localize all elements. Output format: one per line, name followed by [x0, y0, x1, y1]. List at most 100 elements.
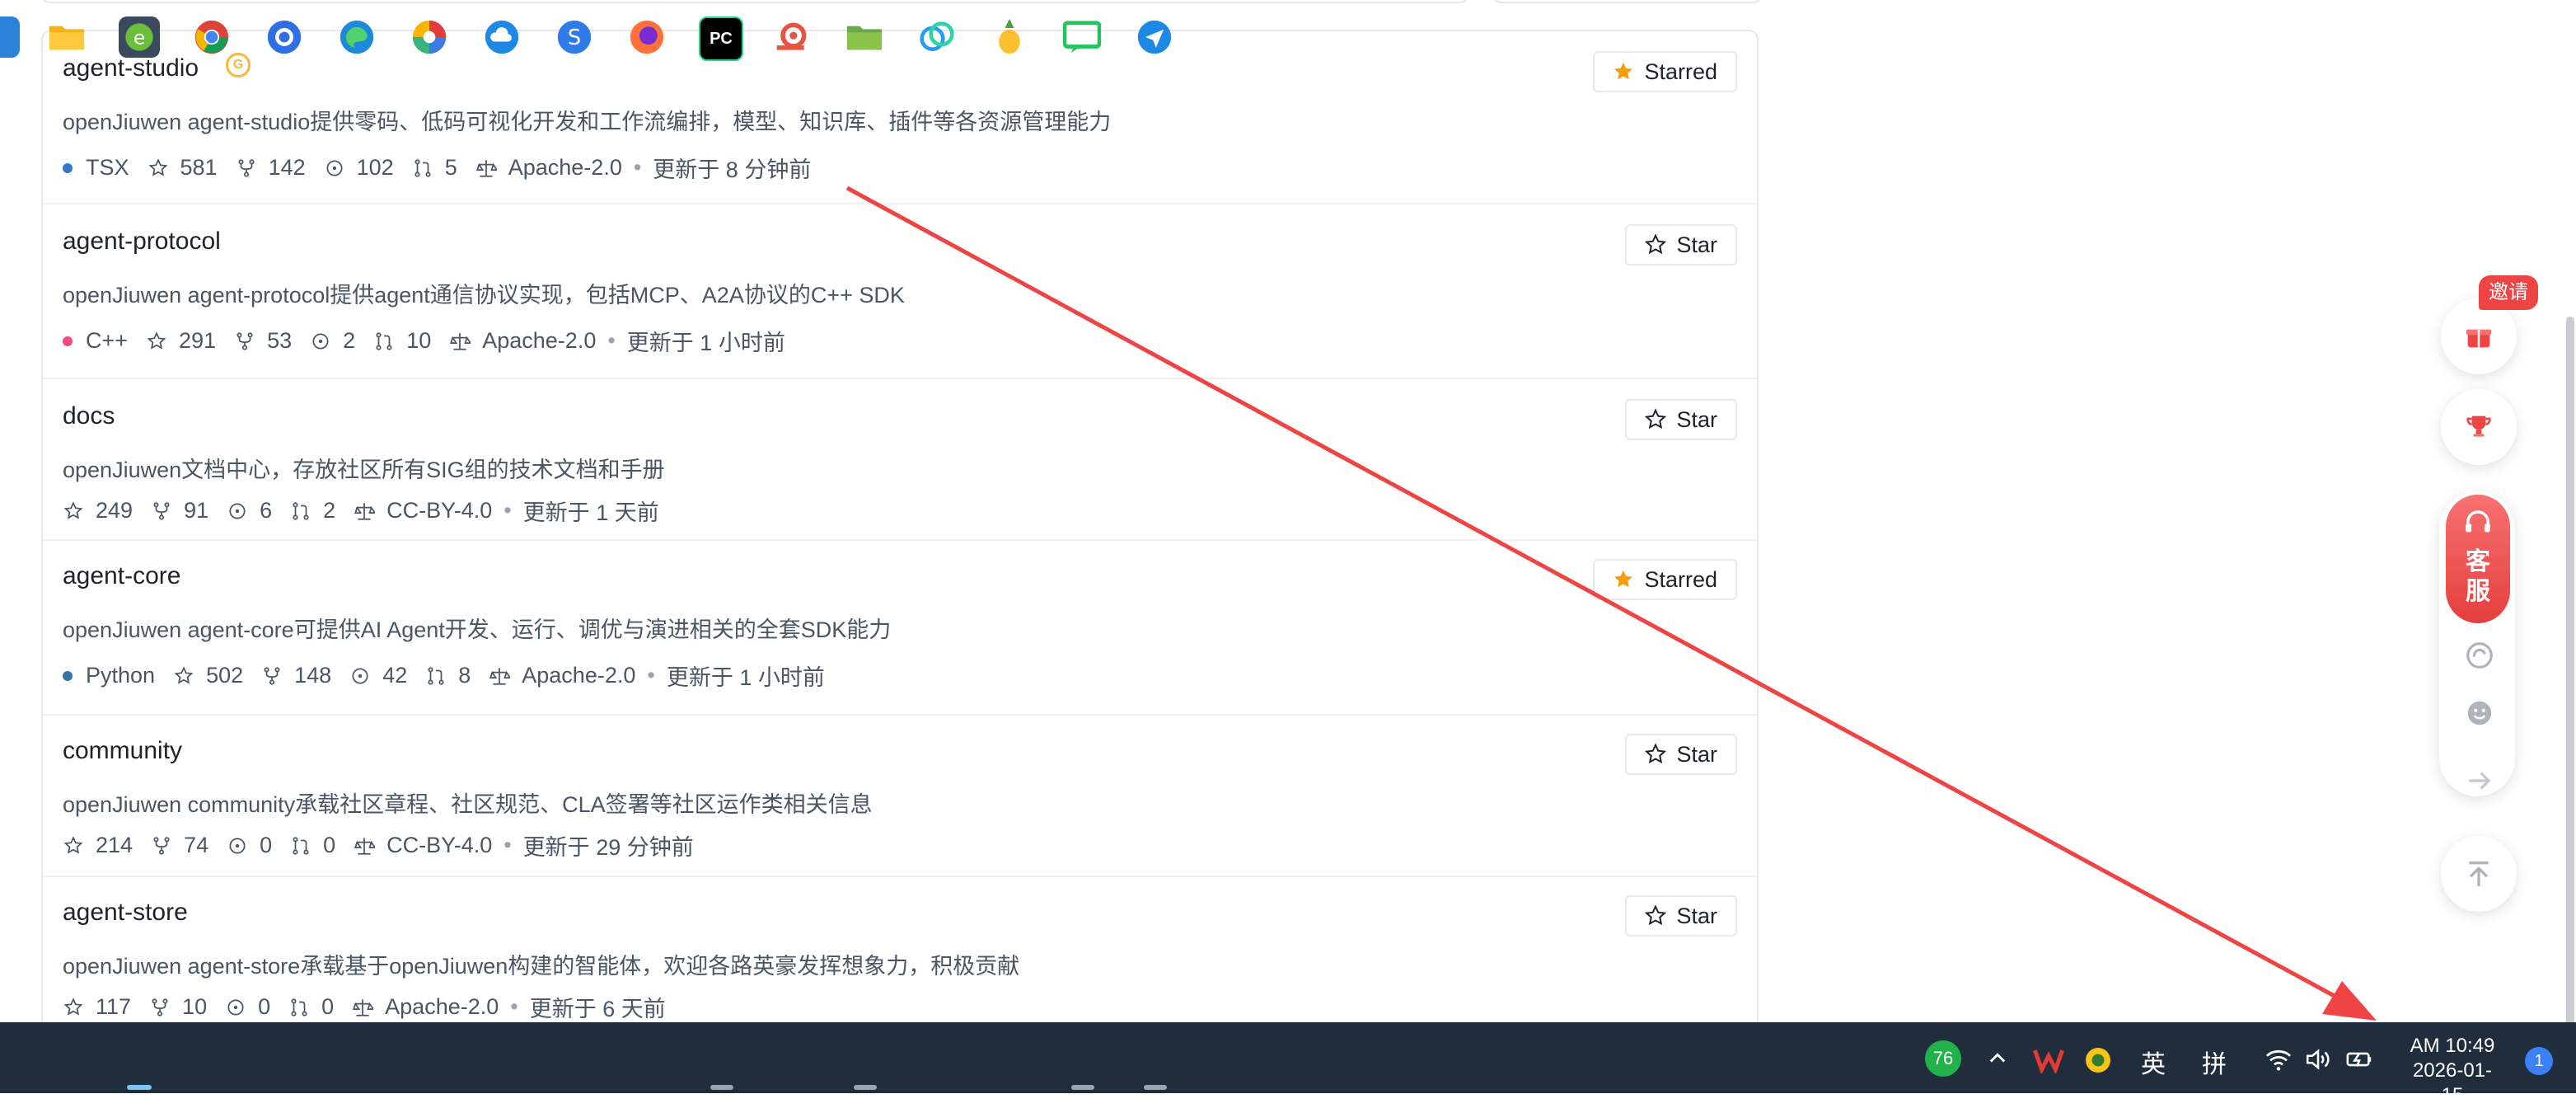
feishu-plane-icon[interactable] [1134, 16, 1175, 58]
customer-service-button[interactable]: 客 服 [2446, 495, 2510, 623]
pull-request-icon [376, 331, 392, 350]
star-button[interactable]: Star [1625, 399, 1737, 440]
repo-updated: 更新于 8 分钟前 [653, 157, 812, 182]
repo-name[interactable]: agent-protocol [63, 228, 221, 256]
battery-charging-icon[interactable] [2345, 1047, 2373, 1072]
starred-button[interactable]: Starred [1593, 51, 1737, 92]
repo-name[interactable]: agent-studio [63, 54, 199, 82]
fork-count[interactable]: 74 [184, 833, 208, 858]
issue-count[interactable]: 2 [343, 328, 355, 354]
pineapple-app-icon[interactable] [989, 16, 1030, 58]
pr-count[interactable]: 0 [323, 833, 335, 858]
search-box-bottom-edge [41, 0, 1468, 3]
color-wheel-app-icon[interactable] [409, 16, 450, 58]
pr-count[interactable]: 10 [406, 328, 431, 354]
snail-app-icon[interactable] [771, 16, 813, 58]
fork-count[interactable]: 10 [182, 994, 207, 1020]
folder-app-icon[interactable] [844, 16, 885, 58]
clock-time: AM 10:49 [2410, 1035, 2495, 1057]
repo-name[interactable]: docs [63, 402, 115, 430]
issue-icon [229, 502, 246, 519]
app-open-indicator [854, 1085, 877, 1090]
repo-language: C++ [86, 328, 129, 353]
issue-count[interactable]: 102 [357, 155, 394, 181]
fork-icon [153, 836, 170, 855]
issue-count[interactable]: 6 [260, 498, 272, 523]
repo-meta: TSX 581 142 102 5 Apache-2.0 • 更新于 8 分钟前 [63, 152, 811, 184]
issue-count[interactable]: 42 [382, 663, 407, 688]
360-browser-icon[interactable]: e [119, 16, 160, 58]
repo-updated: 更新于 29 分钟前 [522, 835, 694, 860]
start-menu-icon[interactable] [0, 16, 20, 58]
browser-blue-ring-icon[interactable] [264, 16, 305, 58]
arrow-right-icon[interactable] [2464, 765, 2495, 796]
volume-icon[interactable] [2304, 1047, 2332, 1072]
star-count[interactable]: 502 [206, 663, 243, 688]
repo-name[interactable]: agent-store [63, 899, 188, 927]
star-count[interactable]: 581 [180, 155, 218, 181]
repo-name[interactable]: community [63, 737, 182, 765]
issue-icon [227, 998, 244, 1016]
star-button[interactable]: Star [1625, 734, 1737, 775]
pycharm-icon[interactable]: PC [699, 16, 743, 61]
repo-meta: Python 502 148 42 8 Apache-2.0 • 更新于 1 小… [63, 660, 825, 692]
sogou-icon[interactable]: S [554, 16, 595, 58]
star-count[interactable]: 249 [96, 498, 133, 523]
fork-icon [153, 501, 170, 520]
pr-count[interactable]: 5 [445, 155, 457, 181]
star-count[interactable]: 291 [179, 328, 216, 354]
notification-count-badge[interactable]: 1 [2525, 1047, 2553, 1075]
starred-button[interactable]: Starred [1593, 559, 1737, 600]
wps-tray-icon[interactable] [2032, 1044, 2065, 1073]
blue-leaf-app-icon[interactable] [916, 16, 958, 58]
system-clock[interactable]: AM 10:49 2026-01-15 [2403, 1034, 2502, 1108]
issue-count[interactable]: 0 [260, 833, 272, 858]
fork-count[interactable]: 142 [269, 155, 306, 181]
file-explorer-icon[interactable] [46, 16, 87, 58]
cloud-app-icon[interactable] [481, 16, 522, 58]
recorder-tray-icon[interactable] [2083, 1045, 2113, 1075]
star-count-icon [63, 500, 83, 519]
repo-meta: C++ 291 53 2 10 Apache-2.0 • 更新于 1 小时前 [63, 325, 785, 357]
pr-count[interactable]: 2 [323, 498, 335, 523]
refresh-swirl-icon[interactable] [2464, 640, 2495, 671]
language-dot-icon [63, 670, 73, 681]
repo-license: CC-BY-4.0 [386, 833, 493, 857]
chevron-up-icon[interactable] [1986, 1047, 2009, 1070]
page-scrollbar[interactable] [2566, 317, 2574, 1034]
invite-badge[interactable]: 邀请 [2479, 275, 2538, 310]
security-score-badge[interactable]: 76 [1925, 1040, 1961, 1077]
service-label-1: 客 [2466, 548, 2490, 575]
smiley-icon[interactable] [2464, 697, 2495, 729]
green-chat-app-icon[interactable] [1061, 16, 1103, 58]
fork-count[interactable]: 148 [294, 663, 331, 688]
back-to-top-icon [2469, 862, 2489, 886]
repo-name[interactable]: agent-core [63, 562, 180, 590]
star-button[interactable]: Star [1625, 224, 1737, 265]
fork-count[interactable]: 53 [267, 328, 292, 354]
firefox-icon[interactable] [626, 16, 667, 58]
ime-english-toggle[interactable]: 英 [2141, 1044, 2166, 1080]
star-count[interactable]: 117 [96, 994, 131, 1020]
fork-count[interactable]: 91 [184, 498, 208, 523]
chrome-icon[interactable] [191, 16, 232, 58]
star-filled-icon [1614, 62, 1633, 80]
svg-text:e: e [133, 26, 145, 49]
repo-license: Apache-2.0 [385, 994, 499, 1019]
pr-count[interactable]: 8 [458, 663, 471, 688]
trophy-button[interactable] [2441, 389, 2517, 465]
back-to-top-button[interactable] [2441, 836, 2517, 912]
repo-updated: 更新于 1 小时前 [626, 331, 785, 355]
gvp-badge-icon: G [226, 53, 251, 77]
pr-count[interactable]: 0 [321, 994, 334, 1020]
edge-icon[interactable] [336, 16, 377, 58]
repo-updated: 更新于 1 天前 [522, 500, 659, 525]
ime-pinyin-toggle[interactable]: 拼 [2202, 1044, 2227, 1080]
repo-updated: 更新于 6 天前 [529, 997, 666, 1021]
repo-item-agent-protocol: agent-protocol openJiuwen agent-protocol… [43, 204, 1757, 379]
star-button[interactable]: Star [1625, 895, 1737, 937]
clock-date: 2026-01-15 [2412, 1059, 2493, 1106]
issue-count[interactable]: 0 [258, 994, 270, 1020]
wifi-icon[interactable] [2265, 1047, 2293, 1072]
star-count[interactable]: 214 [96, 833, 133, 858]
